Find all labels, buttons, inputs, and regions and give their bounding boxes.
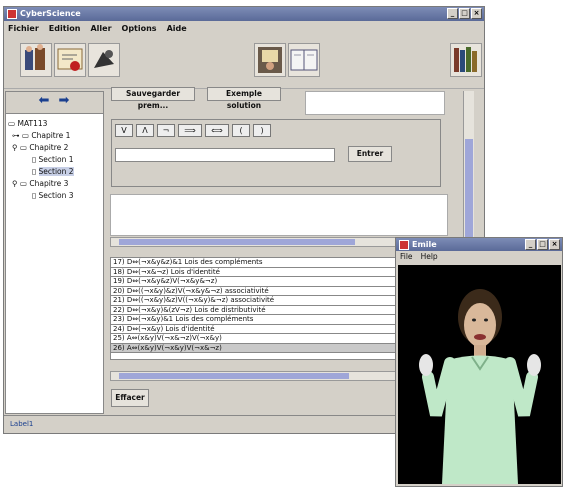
and-operator-button[interactable]: Λ (136, 124, 154, 137)
folder-icon: ▭ (19, 143, 27, 152)
or-operator-button[interactable]: V (115, 124, 133, 137)
close-paren-button[interactable]: ) (253, 124, 271, 137)
emile-menu-bar: File Help (396, 251, 562, 263)
certificate-icon[interactable] (54, 43, 86, 77)
book-icon[interactable] (288, 43, 320, 77)
tree-item-mat113[interactable]: ▭ MAT113 (8, 118, 74, 130)
tree-item-chapitre-2[interactable]: ⚲ ▭ Chapitre 2 (8, 142, 74, 154)
scroll-thumb[interactable] (119, 239, 355, 245)
maximize-button[interactable]: □ (537, 239, 548, 250)
page-icon: ▯ (32, 167, 37, 176)
scroll-thumb[interactable] (465, 139, 473, 249)
menu-aller[interactable]: Aller (90, 24, 111, 34)
menu-edition[interactable]: Edition (49, 24, 81, 34)
iff-operator-button[interactable]: ⟺ (205, 124, 229, 137)
implies-operator-button[interactable]: ⟹ (178, 124, 202, 137)
logic-input-panel: V Λ ¬ ⟹ ⟺ ( ) Entrer (111, 119, 441, 187)
proof-list-scrollbar[interactable] (110, 371, 400, 381)
close-button[interactable]: × (471, 8, 482, 19)
folder-icon: ▭ (19, 179, 27, 188)
puppet-icon[interactable] (88, 43, 120, 77)
minimize-button[interactable]: _ (525, 239, 536, 250)
toolbar (4, 37, 484, 89)
agent-stage (398, 265, 561, 484)
app-icon (7, 9, 17, 19)
enter-button[interactable]: Entrer (348, 146, 392, 162)
expand-icon[interactable]: ⊶ (12, 131, 20, 140)
teacher-icon[interactable] (254, 43, 286, 77)
minimize-button[interactable]: _ (447, 8, 458, 19)
emile-agent-avatar (419, 289, 541, 484)
app-icon (399, 240, 409, 250)
collapse-icon[interactable]: ⚲ (12, 179, 18, 188)
forward-arrow-icon[interactable]: ➡ (56, 94, 72, 109)
menu-bar: Fichier Edition Aller Options Aide (4, 22, 484, 36)
scroll-thumb[interactable] (119, 373, 349, 379)
emile-window: Emile _ □ × File Help (395, 237, 563, 487)
menu-fichier[interactable]: Fichier (8, 24, 39, 34)
menu-file[interactable]: File (400, 252, 413, 262)
menu-help[interactable]: Help (421, 252, 438, 262)
course-tree: ▭ MAT113 ⊶ ▭ Chapitre 1 ⚲ ▭ Chapitre 2 ▯… (8, 118, 74, 202)
back-arrow-icon[interactable]: ⬅ (36, 94, 52, 109)
emile-title-bar: Emile _ □ × (396, 238, 562, 251)
tree-item-section-1[interactable]: ▯ Section 1 (8, 154, 74, 166)
info-box (305, 91, 445, 115)
feedback-area[interactable] (110, 194, 448, 236)
course-tree-pane: ⬅ ➡ ▭ MAT113 ⊶ ▭ Chapitre 1 ⚲ ▭ Chapitre… (5, 91, 104, 414)
page-icon: ▯ (32, 191, 37, 200)
close-button[interactable]: × (549, 239, 560, 250)
page-icon: ▯ (32, 155, 37, 164)
tree-item-section-3[interactable]: ▯ Section 3 (8, 190, 74, 202)
nav-bar: ⬅ ➡ (6, 92, 103, 114)
open-paren-button[interactable]: ( (232, 124, 250, 137)
people-icon[interactable] (20, 43, 52, 77)
clear-button[interactable]: Effacer (111, 389, 149, 407)
not-operator-button[interactable]: ¬ (157, 124, 175, 137)
save-button[interactable]: Sauvegarder prem... (111, 87, 195, 110)
window-title: CyberScience (20, 9, 81, 18)
formula-input[interactable] (115, 148, 335, 162)
example-solution-button[interactable]: Exemple solution (207, 87, 281, 110)
collapse-icon[interactable]: ⚲ (12, 143, 18, 152)
menu-aide[interactable]: Aide (167, 24, 187, 34)
maximize-button[interactable]: □ (459, 8, 470, 19)
tree-item-chapitre-3[interactable]: ⚲ ▭ Chapitre 3 (8, 178, 74, 190)
folder-icon: ▭ (21, 131, 29, 140)
library-icon[interactable] (450, 43, 482, 77)
folder-icon: ▭ (8, 119, 16, 128)
menu-options[interactable]: Options (122, 24, 157, 34)
tree-item-section-2[interactable]: ▯ Section 2 (8, 166, 74, 178)
tree-item-chapitre-1[interactable]: ⊶ ▭ Chapitre 1 (8, 130, 74, 142)
emile-window-title: Emile (412, 240, 437, 249)
title-bar: CyberScience _ □ × (4, 7, 484, 21)
